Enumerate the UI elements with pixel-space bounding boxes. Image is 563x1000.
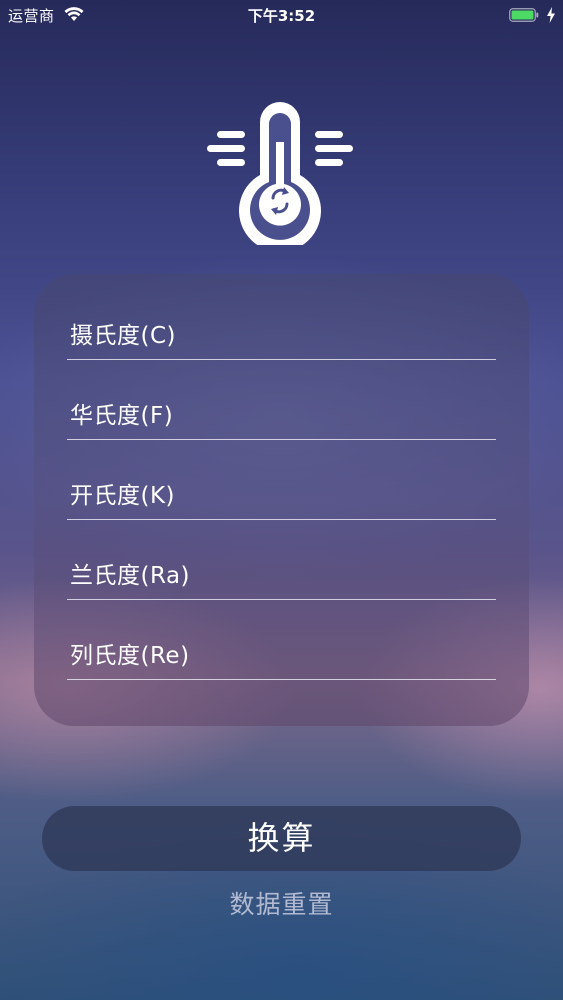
rankine-field[interactable]: 兰氏度(Ra) [67,520,496,600]
reaumur-field[interactable]: 列氏度(Re) [67,600,496,680]
reset-data-button[interactable]: 数据重置 [0,885,563,921]
rankine-label: 兰氏度(Ra) [70,563,191,589]
fahrenheit-field[interactable]: 华氏度(F) [67,360,496,440]
temperature-form-card: 摄氏度(C) 华氏度(F) 开氏度(K) 兰氏度(Ra) 列氏度(Re) [34,274,529,726]
celsius-field[interactable]: 摄氏度(C) [67,280,496,360]
celsius-label: 摄氏度(C) [70,323,177,349]
charging-bolt-icon [547,7,555,23]
convert-button[interactable]: 换算 [42,806,521,871]
battery-icon [509,8,539,22]
thermometer-convert-icon [207,102,353,245]
kelvin-field[interactable]: 开氏度(K) [67,440,496,520]
status-bar: 运营商 下午3:52 [0,0,563,30]
field-underline [67,679,496,680]
status-time: 下午3:52 [247,7,316,25]
kelvin-label: 开氏度(K) [70,483,176,509]
reaumur-label: 列氏度(Re) [70,643,190,669]
fahrenheit-label: 华氏度(F) [70,403,174,429]
